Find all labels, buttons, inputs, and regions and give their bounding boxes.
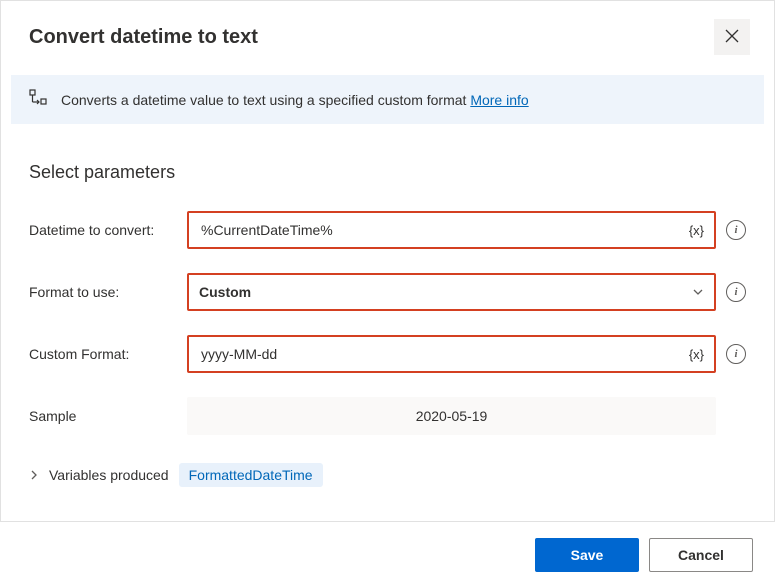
- variable-picker-icon[interactable]: {x}: [689, 223, 704, 238]
- close-icon: [725, 29, 739, 46]
- format-label: Format to use:: [29, 284, 177, 300]
- info-bar: Converts a datetime value to text using …: [11, 75, 764, 124]
- convert-text-icon: [29, 89, 47, 110]
- custom-format-field[interactable]: {x}: [187, 335, 716, 373]
- info-icon[interactable]: i: [726, 282, 746, 302]
- cancel-button[interactable]: Cancel: [649, 538, 753, 572]
- datetime-input[interactable]: [199, 221, 689, 239]
- variable-picker-icon[interactable]: {x}: [689, 347, 704, 362]
- more-info-link[interactable]: More info: [470, 92, 528, 108]
- section-title: Select parameters: [29, 162, 746, 183]
- datetime-field[interactable]: {x}: [187, 211, 716, 249]
- info-icon[interactable]: i: [726, 344, 746, 364]
- datetime-label: Datetime to convert:: [29, 222, 177, 238]
- close-button[interactable]: [714, 19, 750, 55]
- info-text: Converts a datetime value to text using …: [61, 92, 529, 108]
- save-button[interactable]: Save: [535, 538, 639, 572]
- dialog-title: Convert datetime to text: [29, 26, 258, 49]
- custom-format-label: Custom Format:: [29, 346, 177, 362]
- format-value: Custom: [199, 284, 692, 300]
- sample-display: 2020-05-19: [187, 397, 716, 435]
- chevron-down-icon: [692, 286, 704, 298]
- sample-label: Sample: [29, 408, 177, 424]
- variable-chip[interactable]: FormattedDateTime: [179, 463, 323, 487]
- format-select[interactable]: Custom: [187, 273, 716, 311]
- custom-format-input[interactable]: [199, 345, 689, 363]
- sample-value: 2020-05-19: [416, 408, 488, 424]
- variables-produced-label: Variables produced: [49, 467, 169, 483]
- info-icon[interactable]: i: [726, 220, 746, 240]
- chevron-right-icon[interactable]: [29, 467, 39, 483]
